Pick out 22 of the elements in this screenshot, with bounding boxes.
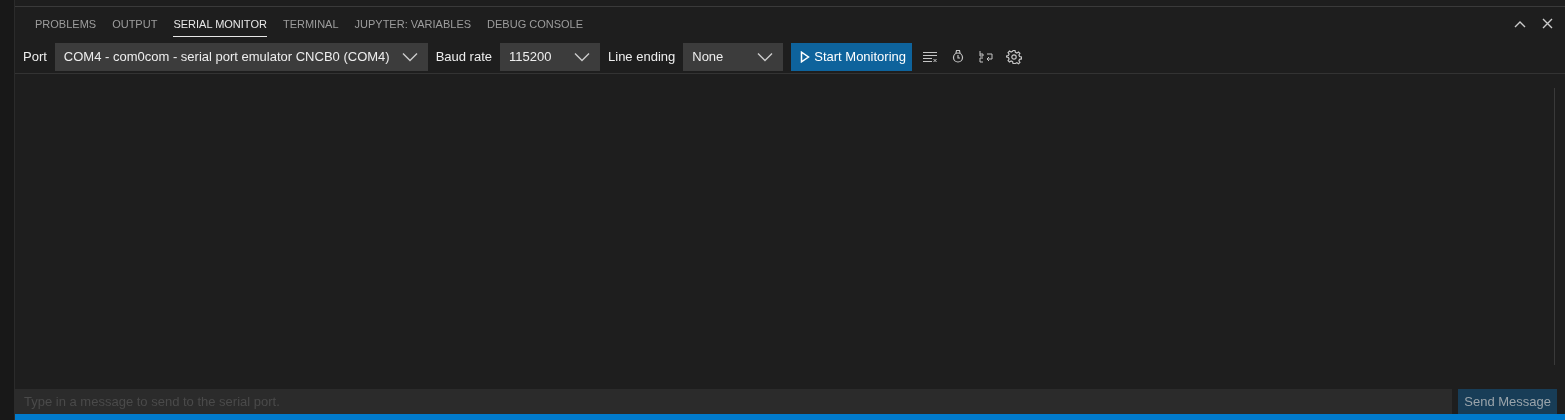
line-ending-label: Line ending: [608, 49, 676, 64]
chevron-down-icon: [401, 51, 418, 62]
panel-tab[interactable]: JUPYTER: VARIABLES: [354, 10, 472, 37]
stopwatch-icon[interactable]: [950, 48, 966, 65]
line-ending-dropdown[interactable]: None: [683, 42, 784, 71]
baud-rate-dropdown[interactable]: 115200: [500, 42, 600, 71]
chevron-up-icon[interactable]: [1514, 19, 1526, 28]
word-wrap-icon[interactable]: [978, 48, 994, 65]
port-dropdown[interactable]: COM4 - com0com - serial port emulator CNCB0 (COM4): [54, 42, 428, 71]
baud-rate-label: Baud rate: [435, 49, 492, 64]
panel-tab[interactable]: OUTPUT: [112, 10, 158, 37]
settings-icon[interactable]: [1006, 48, 1022, 65]
panel-tab[interactable]: DEBUG CONSOLE: [487, 10, 584, 37]
play-icon: [800, 50, 811, 63]
close-icon[interactable]: [1542, 18, 1553, 29]
panel-tab[interactable]: TERMINAL: [282, 10, 339, 37]
panel-tab[interactable]: SERIAL MONITOR: [173, 10, 267, 37]
chevron-down-icon: [574, 51, 590, 62]
port-label: Port: [23, 49, 47, 64]
start-monitoring-button[interactable]: Start Monitoring: [791, 42, 912, 71]
chevron-down-icon: [757, 51, 774, 62]
panel-tab[interactable]: PROBLEMS: [35, 10, 97, 37]
